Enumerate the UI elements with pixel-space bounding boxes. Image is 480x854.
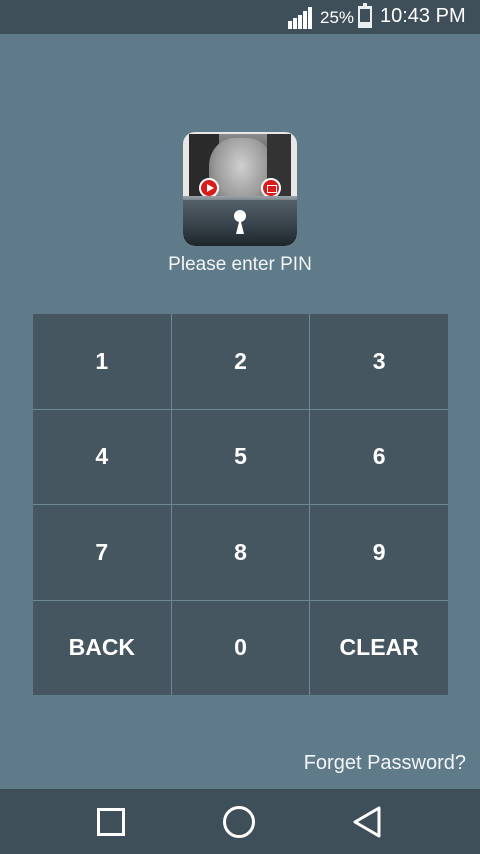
pin-keypad: 1 2 3 4 5 6 7 8 9 BACK 0 CLEAR [33,314,448,695]
key-4[interactable]: 4 [33,409,171,504]
pin-prompt: Please enter PIN [168,254,312,275]
forget-password-link[interactable]: Forget Password? [304,752,466,775]
keyhole-icon [233,210,247,234]
clear-key[interactable]: CLEAR [310,600,448,695]
key-2[interactable]: 2 [171,314,310,409]
navigation-bar [0,789,480,854]
key-6[interactable]: 6 [310,409,448,504]
key-3[interactable]: 3 [310,314,448,409]
key-5[interactable]: 5 [171,409,310,504]
key-1[interactable]: 1 [33,314,171,409]
back-icon[interactable] [351,805,383,839]
recent-apps-icon[interactable] [97,808,125,836]
status-bar: 25% 10:43 PM [0,0,480,34]
battery-level-fill [360,21,370,26]
app-logo [183,132,297,246]
play-icon [199,178,219,198]
back-key[interactable]: BACK [33,600,171,695]
key-0[interactable]: 0 [171,600,310,695]
battery-percent: 25% [320,8,355,27]
key-7[interactable]: 7 [33,505,171,600]
status-clock: 10:43 PM [380,5,466,27]
key-8[interactable]: 8 [171,505,310,600]
battery-icon [358,3,372,28]
key-9[interactable]: 9 [310,505,448,600]
home-icon[interactable] [223,806,255,838]
logo-photo [189,134,291,208]
signal-icon [288,7,314,29]
vault-graphic [183,200,297,246]
image-icon [261,178,281,198]
